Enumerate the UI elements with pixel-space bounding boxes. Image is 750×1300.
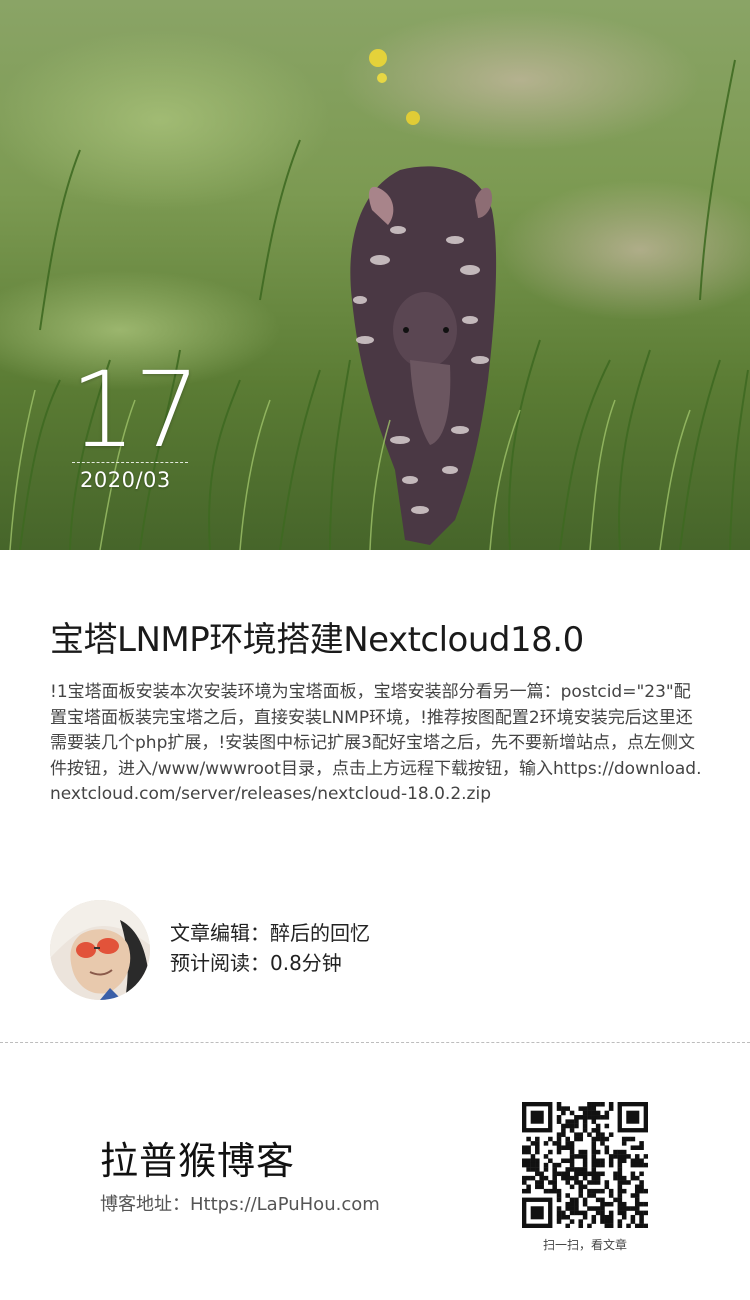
- date-divider: [72, 462, 188, 463]
- avatar-image: [50, 900, 150, 1000]
- blog-name: 拉普猴博客: [100, 1139, 296, 1183]
- article-meta: 文章编辑：醉后的回忆 预计阅读：0.8分钟: [170, 918, 370, 978]
- read-time-label: 预计阅读：0.8分钟: [170, 951, 342, 975]
- qr-caption: 扫一扫，看文章: [542, 1238, 627, 1252]
- cover-image: 17 2020/03: [0, 0, 750, 550]
- article-title[interactable]: 宝塔LNMP环境搭建Nextcloud18.0: [50, 612, 710, 661]
- section-divider: [0, 1042, 750, 1043]
- author-avatar: [50, 900, 150, 1000]
- blog-url[interactable]: 博客地址：Https://LaPuHou.com: [100, 1190, 380, 1216]
- qr-code-icon: [522, 1102, 649, 1229]
- date-year-month: 2020/03: [80, 468, 171, 492]
- article-excerpt: !1宝塔面板安装本次安装环境为宝塔面板，宝塔安装部分看另一篇：postcid="…: [50, 682, 702, 804]
- editor-label: 文章编辑：醉后的回忆: [170, 921, 370, 945]
- date-day: 17: [70, 349, 200, 471]
- qr-code[interactable]: [522, 1102, 649, 1229]
